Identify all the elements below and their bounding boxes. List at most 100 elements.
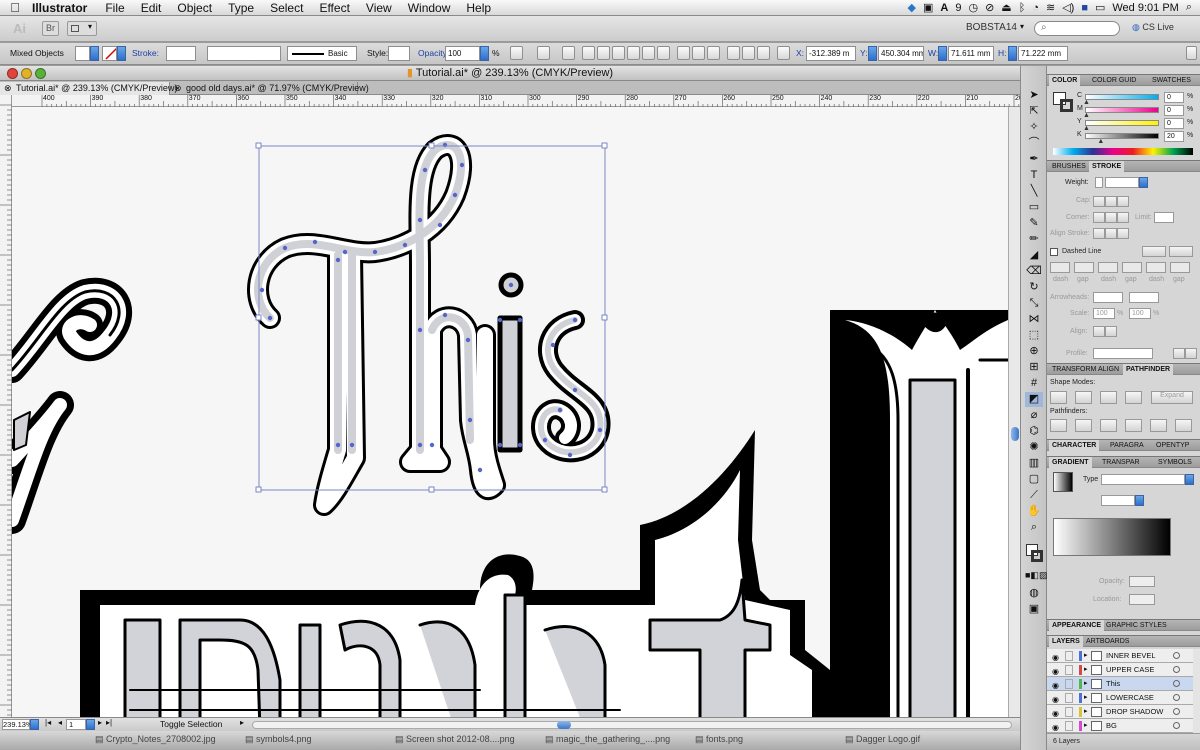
- artboard-tool-icon[interactable]: ▢: [1025, 472, 1043, 487]
- lock-toggle[interactable]: [1065, 693, 1073, 703]
- divide-button[interactable]: [1050, 419, 1067, 432]
- variable-width-profile[interactable]: [207, 46, 281, 61]
- layer-row[interactable]: ◉ ▸ This: [1047, 677, 1193, 691]
- layer-row[interactable]: ◉ ▸ DROP SHADOW: [1047, 705, 1193, 719]
- artboard-dropdown[interactable]: [86, 719, 95, 730]
- next-artboard-icon[interactable]: ▸: [98, 718, 102, 727]
- slider-thumb-icon[interactable]: ▲: [1097, 138, 1104, 145]
- sync-icon[interactable]: ⊘: [985, 1, 994, 14]
- arrange-documents-button[interactable]: ▾: [67, 21, 97, 36]
- end-arrowhead-select[interactable]: [1129, 292, 1159, 303]
- align-bottom-button[interactable]: [657, 46, 670, 60]
- tab-align[interactable]: ALIGN: [1095, 364, 1122, 375]
- spotlight-icon[interactable]: ⌕: [1186, 1, 1192, 14]
- h-dropdown[interactable]: [1008, 46, 1017, 61]
- slider-thumb-icon[interactable]: ▲: [1083, 112, 1090, 119]
- align-top-button[interactable]: [627, 46, 640, 60]
- exclude-button[interactable]: [1125, 391, 1142, 404]
- layer-row[interactable]: ◉ ▸ LOWERCASE: [1047, 691, 1193, 705]
- scroll-thumb[interactable]: [557, 721, 571, 729]
- gap-field[interactable]: [1074, 262, 1094, 273]
- crop-button[interactable]: [1125, 419, 1142, 432]
- start-arrowhead-select[interactable]: [1093, 292, 1123, 303]
- artboard-number-field[interactable]: 1: [66, 719, 86, 730]
- w-dropdown[interactable]: [938, 46, 947, 61]
- zoom-field[interactable]: 239.13%: [2, 719, 33, 730]
- start-scale-field[interactable]: 100: [1093, 308, 1115, 319]
- desktop-file[interactable]: ▤ fonts.png: [695, 734, 743, 745]
- artboard-canvas[interactable]: [12, 107, 1008, 717]
- brush-definition[interactable]: Basic: [287, 46, 357, 61]
- gradient-type-select[interactable]: [1101, 474, 1185, 485]
- tab-transparency[interactable]: TRANSPAR: [1099, 457, 1143, 468]
- recolor-artwork-button[interactable]: [510, 46, 523, 60]
- h-field[interactable]: 71.222 mm: [1018, 46, 1068, 61]
- dash-field[interactable]: [1146, 262, 1166, 273]
- tab-artboards[interactable]: ARTBOARDS: [1083, 636, 1132, 647]
- notification-badge[interactable]: 9: [955, 2, 961, 14]
- previous-artboard-icon[interactable]: ◂: [58, 718, 62, 727]
- selection-tool-icon[interactable]: ➤: [1025, 88, 1043, 103]
- end-scale-field[interactable]: 100: [1129, 308, 1151, 319]
- tab-pathfinder[interactable]: PATHFINDER: [1123, 364, 1174, 375]
- slice-tool-icon[interactable]: ⟋: [1025, 488, 1043, 503]
- h-label[interactable]: H:: [998, 46, 1007, 61]
- layer-name[interactable]: LOWERCASE: [1106, 691, 1154, 705]
- dash-field[interactable]: [1098, 262, 1118, 273]
- zoom-tool-icon[interactable]: ⌕: [1025, 520, 1043, 535]
- layer-row[interactable]: ◉ ▸ BG: [1047, 719, 1193, 733]
- color-stroke-swatch[interactable]: [1060, 99, 1073, 112]
- tab-swatches[interactable]: SWATCHES: [1149, 75, 1194, 86]
- stroke-swatch[interactable]: [102, 46, 117, 61]
- close-tab-icon[interactable]: ⊗: [174, 82, 182, 95]
- channel-value-field[interactable]: 20: [1164, 131, 1184, 142]
- bridge-button[interactable]: Br: [42, 21, 59, 36]
- expand-triangle-icon[interactable]: ▸: [1084, 677, 1088, 691]
- reference-point-button[interactable]: [777, 46, 790, 60]
- channel-slider[interactable]: ▲: [1085, 133, 1159, 145]
- status-icon[interactable]: ▣: [923, 1, 933, 14]
- target-icon[interactable]: [1173, 722, 1180, 729]
- vertical-scrollbar[interactable]: [1008, 107, 1020, 717]
- desktop-file[interactable]: ▤ Dagger Logo.gif: [845, 734, 920, 745]
- minus-back-button[interactable]: [1175, 419, 1192, 432]
- menu-edit[interactable]: Edit: [133, 1, 170, 15]
- tab-paragraph[interactable]: PARAGRA: [1107, 440, 1147, 451]
- first-artboard-icon[interactable]: |◂: [45, 718, 51, 727]
- blend-tool-icon[interactable]: ⌬: [1025, 424, 1043, 439]
- width-tool-icon[interactable]: ⋈: [1025, 312, 1043, 327]
- align-right-button[interactable]: [612, 46, 625, 60]
- stroke-color-swatch[interactable]: [1031, 550, 1043, 562]
- lasso-tool-icon[interactable]: ⌒: [1025, 136, 1043, 151]
- opacity-dropdown[interactable]: [480, 46, 489, 61]
- distribute-left-button[interactable]: [727, 46, 740, 60]
- distribute-bottom-button[interactable]: [707, 46, 720, 60]
- menu-effect[interactable]: Effect: [311, 1, 357, 15]
- rectangle-tool-icon[interactable]: ▭: [1025, 200, 1043, 215]
- stroke-dropdown[interactable]: [117, 46, 126, 61]
- distribute-center-button[interactable]: [742, 46, 755, 60]
- workspace-switcher[interactable]: BOBSTA14: [966, 22, 1017, 33]
- layer-row[interactable]: ◉ ▸ UPPER CASE: [1047, 663, 1193, 677]
- desktop-file[interactable]: ▤ Crypto_Notes_2708002.jpg: [95, 734, 216, 745]
- tab-opentype[interactable]: OPENTYP: [1153, 440, 1192, 451]
- menu-help[interactable]: Help: [458, 1, 499, 15]
- distribute-right-button[interactable]: [757, 46, 770, 60]
- free-transform-tool-icon[interactable]: ⬚: [1025, 328, 1043, 343]
- desktop-file[interactable]: ▤ symbols4.png: [245, 734, 312, 745]
- channel-slider[interactable]: ▲: [1083, 107, 1159, 119]
- paintbrush-tool-icon[interactable]: ✎: [1025, 216, 1043, 231]
- channel-slider[interactable]: ▲: [1083, 94, 1159, 106]
- merge-button[interactable]: [1100, 419, 1117, 432]
- unite-button[interactable]: [1050, 391, 1067, 404]
- gap-field[interactable]: [1170, 262, 1190, 273]
- adobe-icon[interactable]: A: [940, 2, 948, 14]
- layers-scrollbar[interactable]: [1193, 649, 1200, 733]
- layer-name[interactable]: This: [1106, 677, 1120, 691]
- color-mode-icon[interactable]: ■◧▨: [1025, 568, 1047, 583]
- slider-thumb-icon[interactable]: ▲: [1083, 125, 1090, 132]
- pencil-tool-icon[interactable]: ✏: [1025, 232, 1043, 247]
- scale-tool-icon[interactable]: ⤡: [1025, 296, 1043, 311]
- weight-dropdown[interactable]: [1139, 177, 1148, 188]
- opacity-field[interactable]: 100: [445, 46, 480, 61]
